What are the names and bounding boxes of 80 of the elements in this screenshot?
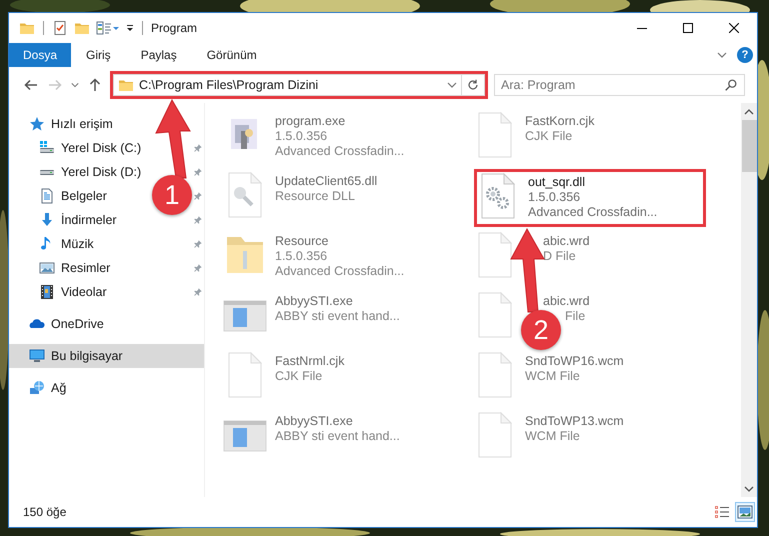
checklist-icon[interactable] — [52, 20, 68, 36]
drive-icon — [39, 140, 55, 156]
nav-item[interactable]: Ağ — [9, 376, 204, 400]
scrollbar[interactable] — [741, 103, 757, 497]
nav-item[interactable]: İndirmeler — [9, 208, 121, 232]
pin-icon[interactable] — [193, 143, 203, 153]
back-arrow-icon[interactable] — [23, 77, 39, 93]
file-name: FastKorn.cjk — [525, 114, 594, 129]
large-icons-view-button[interactable] — [735, 502, 755, 522]
file-name: abic.wrd — [543, 294, 590, 309]
pin-icon[interactable] — [193, 215, 203, 225]
chevron-down-icon[interactable] — [71, 81, 79, 89]
item-count: 150 öğe — [23, 505, 68, 519]
up-arrow-icon[interactable] — [87, 77, 103, 93]
scroll-thumb[interactable] — [742, 120, 756, 172]
file-detail: D File — [543, 249, 576, 264]
document-icon — [39, 188, 55, 204]
file-detail: Advanced Crossfadin... — [528, 205, 658, 220]
pin-icon[interactable] — [193, 167, 203, 177]
search-field[interactable]: Ara: Program — [494, 74, 745, 96]
search-icon[interactable] — [724, 78, 738, 92]
pin-icon[interactable] — [193, 263, 203, 273]
nav-item[interactable]: OneDrive — [9, 312, 204, 336]
monitor-icon — [29, 348, 45, 364]
file-detail: CJK File — [525, 129, 572, 144]
download-icon — [39, 212, 55, 228]
star-icon — [29, 116, 45, 132]
nav-item[interactable]: Yerel Disk (C:) — [9, 136, 146, 160]
file-detail: CJK File — [275, 369, 322, 384]
address-field[interactable]: C:\Program Files\Program Dizini — [113, 74, 485, 96]
file-detail: 1.5.0.356 — [275, 249, 328, 264]
chevron-down-icon[interactable] — [447, 80, 457, 90]
pin-icon[interactable] — [193, 287, 203, 297]
file-detail: Advanced Crossfadin... — [275, 144, 404, 159]
chevron-down-icon[interactable] — [717, 50, 727, 60]
file-detail: Advanced Crossfadin... — [275, 264, 404, 279]
file-detail: File — [565, 309, 586, 324]
file-detail: Resource DLL — [275, 189, 355, 204]
film-icon — [39, 284, 55, 300]
properties-icon[interactable] — [96, 20, 112, 36]
maximize-icon[interactable] — [683, 23, 693, 33]
close-icon[interactable] — [729, 23, 739, 33]
file-detail: 1.5.0.356 — [528, 190, 580, 205]
file-detail: WCM File — [525, 429, 580, 444]
ribbon-tab[interactable]: Paylaş — [126, 43, 192, 67]
drive-icon — [39, 168, 55, 176]
nav-item[interactable]: Bu bilgisayar — [9, 344, 204, 368]
refresh-icon[interactable] — [466, 78, 480, 92]
file-name: AbbyySTI.exe — [275, 414, 353, 429]
nav-item[interactable]: Videolar — [9, 280, 111, 304]
file-detail: ABBY sti event hand... — [275, 309, 400, 324]
picture-icon — [39, 260, 55, 276]
pin-icon[interactable] — [193, 239, 203, 249]
nav-item[interactable]: Yerel Disk (D:) — [9, 160, 146, 184]
file-detail: ABBY sti event hand... — [275, 429, 400, 444]
ribbon-tab[interactable]: Giriş — [71, 43, 126, 67]
caret-icon[interactable] — [126, 24, 134, 32]
file-detail: WCM File — [525, 369, 580, 384]
file-detail: 1.5.0.356 — [275, 129, 328, 144]
nav-item[interactable]: Müzik — [9, 232, 98, 256]
help-button[interactable]: ? — [737, 47, 753, 63]
pin-icon[interactable] — [193, 191, 203, 201]
file-name: SndToWP13.wcm — [525, 414, 624, 429]
file-name: AbbyySTI.exe — [275, 294, 353, 309]
nav-item[interactable]: Resimler — [9, 256, 114, 280]
file-name: FastNrml.cjk — [275, 354, 344, 369]
chevron-down-icon[interactable] — [744, 486, 754, 492]
ribbon-tab[interactable]: Dosya — [9, 43, 72, 67]
file-name: out_sqr.dll — [528, 175, 585, 190]
file-name: abic.wrd — [543, 234, 590, 249]
ribbon-tab[interactable]: Görünüm — [192, 43, 272, 67]
nav-item[interactable]: Hızlı erişim — [9, 112, 204, 136]
file-name: Resource — [275, 234, 328, 249]
file-name: program.exe — [275, 114, 346, 129]
file-name: SndToWP16.wcm — [525, 354, 624, 369]
nav-item[interactable]: Belgeler — [9, 184, 111, 208]
network-icon — [29, 380, 45, 396]
window-title: Program — [151, 21, 198, 35]
file-name: UpdateClient65.dll — [275, 174, 378, 189]
chevron-up-icon[interactable] — [744, 108, 754, 114]
